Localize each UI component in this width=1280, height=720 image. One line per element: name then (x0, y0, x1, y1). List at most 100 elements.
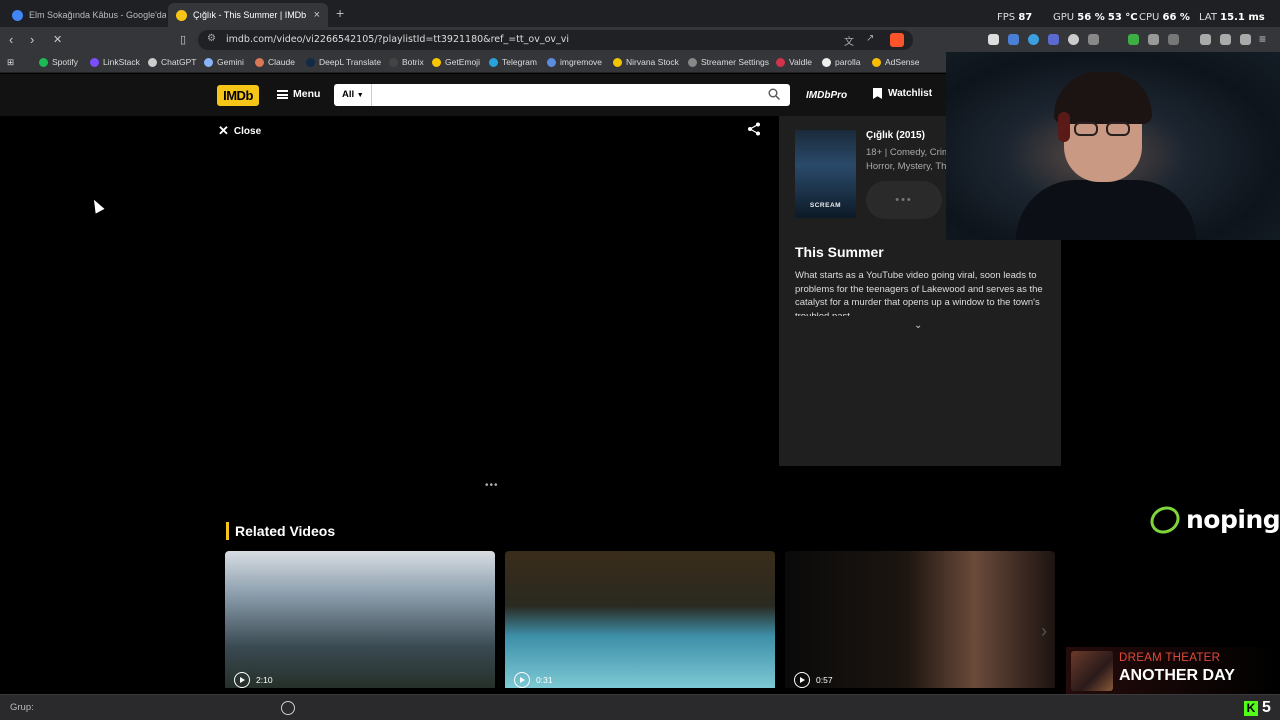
share-icon[interactable] (747, 122, 761, 136)
related-video-card[interactable]: 0:31 (505, 551, 775, 688)
extension-icon[interactable] (1088, 34, 1099, 45)
bookmark-nirvana-stock[interactable]: Nirvana Stock (613, 57, 679, 67)
play-icon (234, 672, 250, 688)
tab-google[interactable]: Elm Sokağında Kâbus - Google'da Ar (4, 3, 166, 27)
hamburger-icon (277, 89, 288, 99)
related-videos-heading: Related Videos (226, 522, 335, 540)
chevron-down-icon[interactable]: ⌄ (914, 320, 922, 331)
search-bar[interactable]: All ▼ (334, 84, 790, 106)
extension-icon[interactable] (1128, 34, 1139, 45)
kick-viewer-count: K 5 (1244, 699, 1271, 717)
poster-title: SCREAM (809, 202, 842, 209)
video-duration: 2:10 (256, 675, 273, 685)
related-video-card[interactable]: 2:10 (225, 551, 495, 688)
imdbpro-link[interactable]: IMDbPro (806, 90, 847, 101)
bookmark-spotify[interactable]: Spotify (39, 57, 78, 67)
latency-readout: LAT 15.1 ms (1199, 12, 1265, 23)
browser-tab-bar: Elm Sokağında Kâbus - Google'da Ar Çığlı… (0, 0, 1280, 27)
loading-pill: ••• (866, 181, 942, 219)
bookmark-streamer-settings[interactable]: Streamer Settings (688, 57, 769, 67)
webcam-overlay (946, 52, 1280, 240)
extension-icon[interactable] (1168, 34, 1179, 45)
bookmark-icon[interactable]: ▯ (180, 33, 186, 46)
play-icon (794, 672, 810, 688)
video-loading-indicator: ••• (485, 480, 499, 491)
new-tab-button[interactable]: + (336, 5, 344, 21)
bookmark-parolla[interactable]: parolla (822, 57, 861, 67)
music-song: ANOTHER DAY (1119, 667, 1235, 684)
site-info-icon[interactable]: ⚙ (207, 33, 216, 44)
browser-nav-bar: ‹ › ✕ ▯ ⚙ imdb.com/video/vi2266542105/?p… (0, 27, 1280, 53)
close-icon: ✕ (218, 123, 229, 138)
video-title: This Summer (795, 244, 884, 260)
kick-logo-icon: K (1244, 700, 1258, 716)
bookmark-valdle[interactable]: Valdle (776, 57, 812, 67)
bookmark-adsense[interactable]: AdSense (872, 57, 920, 67)
watchlist-icon (873, 88, 882, 99)
close-label: Close (233, 125, 262, 137)
share-page-icon[interactable]: ↗ (866, 33, 874, 44)
stop-loading-icon[interactable]: ✕ (53, 33, 62, 46)
play-icon (514, 672, 530, 688)
extension-icon[interactable] (1048, 34, 1059, 45)
target-icon[interactable] (281, 701, 295, 715)
menu-label: Menu (293, 88, 321, 100)
video-duration: 0:57 (816, 675, 833, 685)
mouse-cursor-icon (89, 197, 105, 214)
close-tab-icon[interactable]: × (314, 9, 320, 21)
search-category-dropdown[interactable]: All ▼ (334, 84, 372, 106)
grup-label: Grup: (10, 702, 34, 713)
tab-title: Çığlık - This Summer | IMDb (193, 10, 307, 20)
video-description: What starts as a YouTube video going vir… (795, 270, 1043, 316)
watchlist-label: Watchlist (888, 88, 933, 99)
address-bar[interactable]: ⚙ imdb.com/video/vi2266542105/?playlistI… (198, 30, 913, 50)
movie-genres: 18+ | Comedy, Crim Horror, Mystery, Th (866, 147, 946, 172)
movie-poster[interactable]: SCREAM (795, 130, 856, 218)
media-icon[interactable] (1200, 34, 1211, 45)
url-text[interactable]: imdb.com/video/vi2266542105/?playlistId=… (226, 34, 569, 45)
close-video-button[interactable]: ✕ Close (218, 123, 261, 139)
carousel-next-icon[interactable]: › (1030, 612, 1058, 650)
brave-shield-icon[interactable] (890, 33, 904, 47)
extension-icon[interactable] (1028, 34, 1039, 45)
fps-readout: FPS 87 (997, 12, 1033, 23)
menu-button[interactable]: Menu (277, 88, 320, 100)
noping-logo-icon (1145, 500, 1185, 539)
main-menu-icon[interactable]: ≡ (1259, 32, 1266, 46)
bookmark-gemini[interactable]: Gemini (204, 57, 244, 67)
back-icon[interactable]: ‹ (9, 32, 13, 47)
leo-ai-icon[interactable] (1240, 34, 1251, 45)
bookmark-chatgpt[interactable]: ChatGPT (148, 57, 196, 67)
translate-icon[interactable]: 文 (844, 33, 854, 48)
bookmark-botrix[interactable]: Botrix (389, 57, 424, 67)
related-video-card[interactable]: 0:57 (785, 551, 1055, 688)
album-art (1071, 651, 1113, 691)
gpu-readout: GPU 56 % 53 °C (1053, 12, 1138, 23)
bookmark-getemoji[interactable]: GetEmoji (432, 57, 480, 67)
extension-icon[interactable] (1068, 34, 1079, 45)
watchlist-button[interactable]: Watchlist (873, 88, 932, 99)
bookmark-imgremove[interactable]: imgremove (547, 57, 602, 67)
forward-icon[interactable]: › (30, 32, 34, 47)
noping-overlay: noping (1145, 500, 1280, 539)
extension-icon[interactable] (988, 34, 999, 45)
movie-title-link[interactable]: Çığlık (2015) (866, 130, 925, 141)
music-artist: DREAM THEATER (1119, 652, 1221, 664)
bookmark-deepl[interactable]: DeepL Translate (306, 57, 381, 67)
google-icon (12, 9, 23, 21)
tab-imdb[interactable]: Çığlık - This Summer | IMDb × (168, 3, 328, 27)
video-duration: 0:31 (536, 675, 553, 685)
extension-icon[interactable] (1008, 34, 1019, 45)
bookmark-telegram[interactable]: Telegram (489, 57, 537, 67)
sidebar-icon[interactable] (1220, 34, 1231, 45)
tab-title: Elm Sokağında Kâbus - Google'da Ar (29, 10, 166, 20)
extensions-puzzle-icon[interactable] (1148, 34, 1159, 45)
bookmark-linkstack[interactable]: LinkStack (90, 57, 140, 67)
apps-grid-icon[interactable]: ⊞ (7, 57, 14, 68)
imdb-favicon-icon (176, 9, 187, 21)
search-icon[interactable] (768, 88, 780, 100)
bottom-bar: Grup: K 5 (0, 694, 1280, 720)
bookmark-claude[interactable]: Claude (255, 57, 295, 67)
imdb-logo[interactable]: IMDb (217, 85, 259, 106)
now-playing-overlay: DREAM THEATER ANOTHER DAY (1066, 647, 1280, 695)
